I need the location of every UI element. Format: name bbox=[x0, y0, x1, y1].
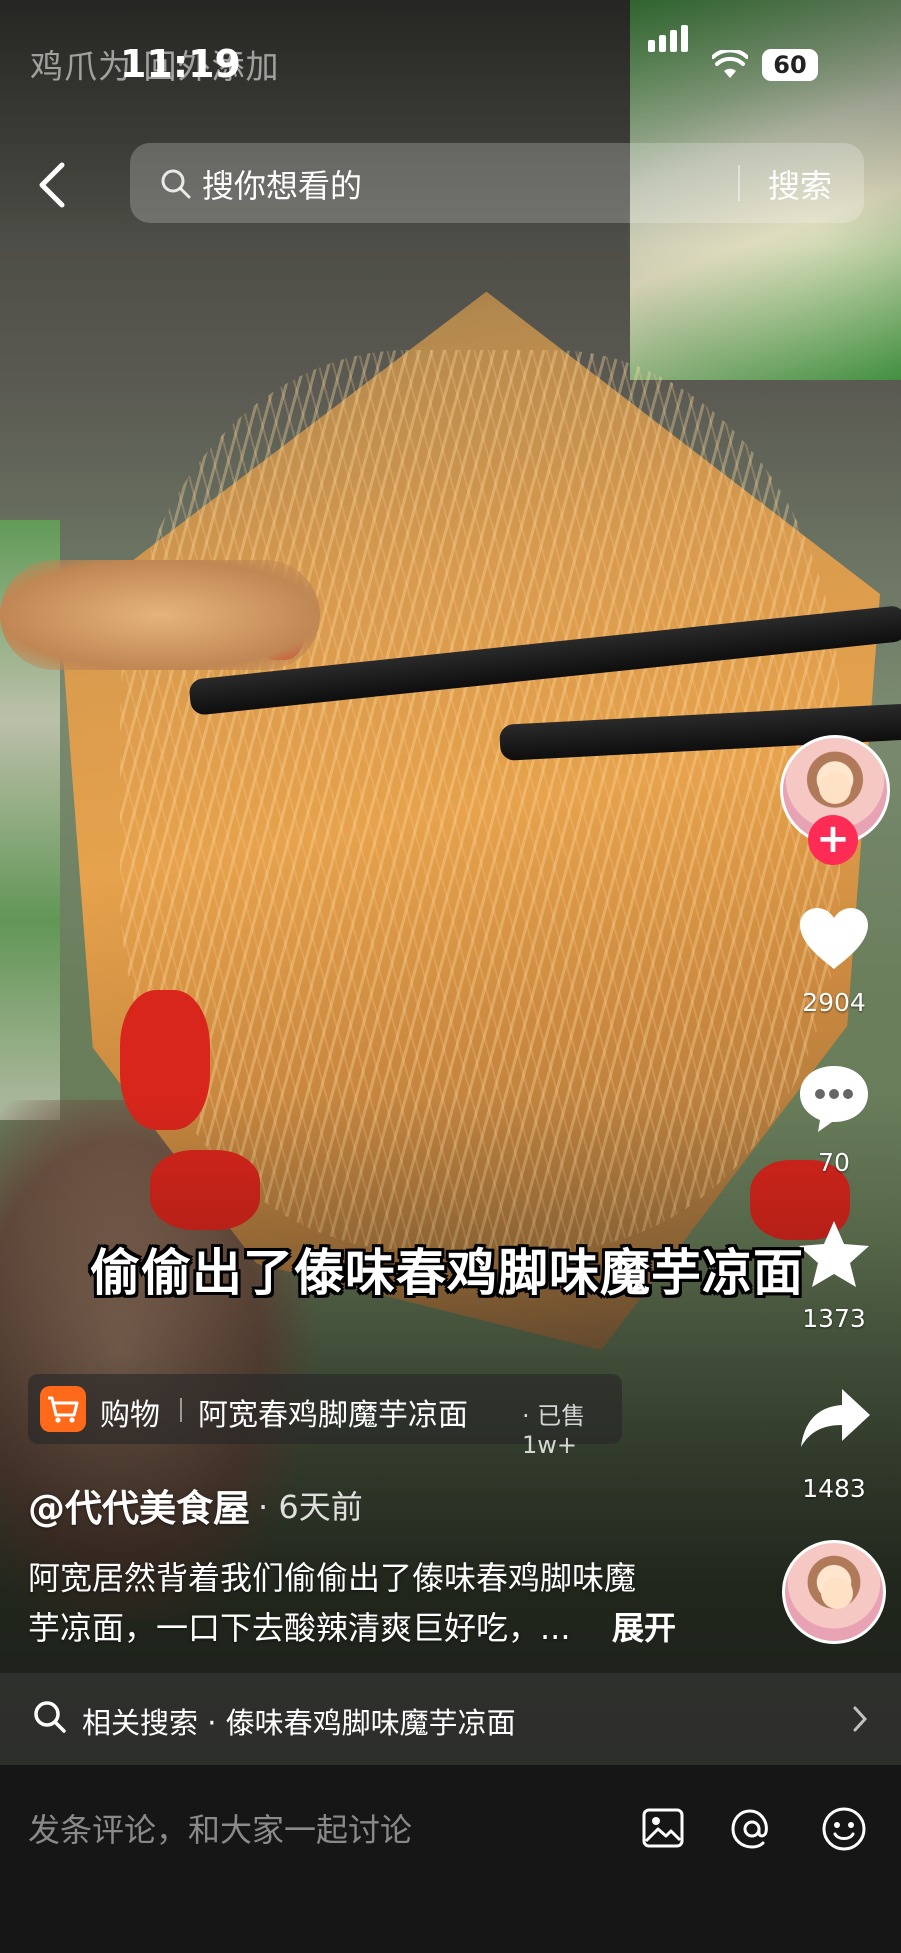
status-time: 11:19 bbox=[120, 42, 241, 86]
favorite-count: 1373 bbox=[802, 1304, 866, 1333]
share-arrow-icon[interactable] bbox=[798, 1385, 872, 1451]
chevron-right-icon bbox=[853, 1706, 868, 1732]
search-button[interactable]: 搜索 bbox=[768, 161, 832, 207]
star-icon[interactable] bbox=[796, 1218, 872, 1290]
avatar-face bbox=[819, 772, 851, 804]
follow-button[interactable]: + bbox=[808, 815, 858, 865]
shop-badge bbox=[40, 1386, 86, 1432]
image-icon[interactable] bbox=[640, 1805, 686, 1851]
post-time: · 6天前 bbox=[258, 1488, 363, 1526]
description-line: 阿宽居然背着我们偷偷出了傣味春鸡脚味魔 bbox=[28, 1559, 637, 1597]
shop-product-name: 阿宽春鸡脚魔芋凉面 bbox=[198, 1398, 468, 1433]
comment-bar: 发条评论，和大家一起讨论 bbox=[0, 1765, 901, 1953]
search-divider bbox=[738, 165, 740, 201]
status-bar: 鸡爪为 回外添加 11:19 60 bbox=[0, 0, 901, 130]
post-description[interactable]: 阿宽居然背着我们偷偷出了傣味春鸡脚味魔 芋凉面，一口下去酸辣清爽巨好吃，... bbox=[28, 1553, 678, 1653]
music-disc-avatar[interactable] bbox=[782, 1540, 886, 1644]
battery-indicator: 60 bbox=[762, 49, 818, 81]
search-icon bbox=[34, 1701, 66, 1733]
heart-icon[interactable] bbox=[796, 905, 872, 973]
related-search-bar[interactable]: 相关搜索 · 傣味春鸡脚味魔芋凉面 bbox=[0, 1673, 901, 1765]
like-count: 2904 bbox=[802, 988, 866, 1017]
comment-bubble-icon[interactable] bbox=[796, 1062, 872, 1134]
comment-input[interactable]: 发条评论，和大家一起讨论 bbox=[28, 1805, 412, 1851]
video-caption: 偷偷出了傣味春鸡脚味魔芋凉面 bbox=[90, 1244, 804, 1302]
cart-icon bbox=[48, 1396, 79, 1423]
search-input[interactable]: 搜你想看的 bbox=[202, 161, 362, 207]
video-screen[interactable]: 鸡爪为 回外添加 11:19 60 搜你想看的 搜索 + 2904 70 137… bbox=[0, 0, 901, 1953]
expand-button[interactable]: 展开 bbox=[612, 1603, 676, 1649]
smiley-icon[interactable] bbox=[820, 1805, 868, 1853]
shop-sold-count: · 已售1w+ bbox=[522, 1402, 586, 1459]
related-search-text: 相关搜索 · 傣味春鸡脚味魔芋凉面 bbox=[82, 1706, 516, 1740]
search-icon bbox=[161, 169, 191, 199]
search-bar[interactable]: 搜你想看的 搜索 bbox=[130, 143, 864, 223]
description-line: 芋凉面，一口下去酸辣清爽巨好吃，... bbox=[28, 1609, 571, 1647]
wifi-icon bbox=[712, 50, 748, 78]
comment-count: 70 bbox=[818, 1148, 850, 1177]
at-icon[interactable] bbox=[728, 1805, 776, 1853]
shop-divider bbox=[180, 1398, 182, 1422]
chevron-left-icon[interactable] bbox=[28, 155, 78, 215]
shop-label: 购物 bbox=[100, 1398, 160, 1433]
shopping-chip[interactable]: 购物 阿宽春鸡脚魔芋凉面 · 已售1w+ bbox=[28, 1374, 622, 1459]
avatar-face bbox=[821, 1577, 853, 1609]
share-count: 1483 bbox=[802, 1474, 866, 1503]
author-name[interactable]: @代代美食屋 bbox=[28, 1478, 250, 1532]
